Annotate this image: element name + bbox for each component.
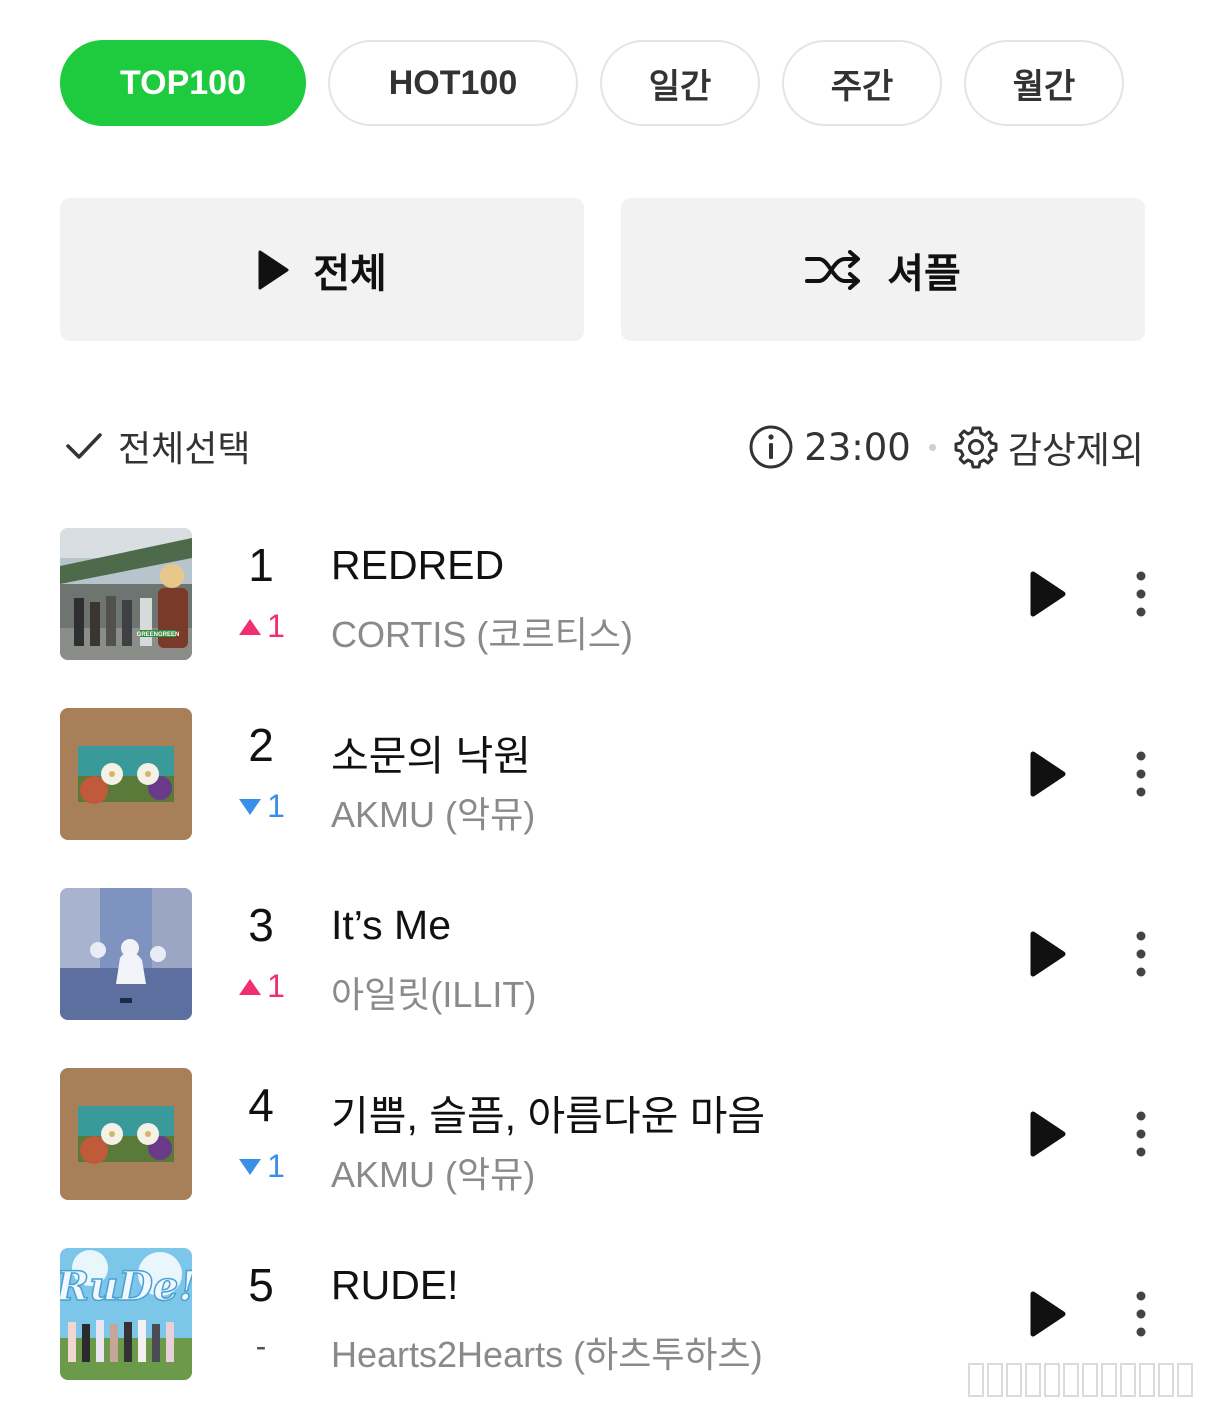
rank-number: 1 (248, 539, 274, 591)
chart-meta: 23:00 감상제외 (748, 420, 1144, 474)
gear-icon (954, 426, 998, 469)
rank-change: 1 (232, 788, 290, 825)
more-options-icon[interactable] (1126, 568, 1156, 620)
song-title[interactable]: 소문의 낙원 (331, 722, 531, 782)
play-icon[interactable] (1028, 1110, 1068, 1158)
shuffle-label: 셔플 (887, 250, 961, 297)
play-icon[interactable] (1028, 1290, 1068, 1338)
rank-change: - (232, 1328, 290, 1365)
rank-change: 1 (232, 608, 290, 645)
song-title[interactable]: It’s Me (331, 902, 451, 949)
more-options-icon[interactable] (1126, 748, 1156, 800)
rank-change-value: - (255, 1328, 267, 1364)
play-icon[interactable] (1028, 570, 1068, 618)
more-options-icon[interactable] (1126, 1288, 1156, 1340)
more-options-icon[interactable] (1126, 1108, 1156, 1160)
album-art-text: RuDe! (60, 1263, 192, 1310)
chart-row-1[interactable]: GREENGREEN 1 1 REDRED CORTIS (코르티스) (60, 528, 1150, 660)
rank-number: 4 (248, 1079, 274, 1131)
rank-change-value: 1 (267, 1148, 285, 1184)
artist-name[interactable]: AKMU (악뮤) (331, 786, 535, 838)
shuffle-button[interactable]: 셔플 (621, 198, 1145, 341)
album-art[interactable] (60, 708, 192, 840)
rank-change: 1 (232, 1148, 290, 1185)
rank-change-value: 1 (267, 968, 285, 1004)
play-icon (258, 250, 289, 289)
album-art[interactable] (60, 1068, 192, 1200)
rank-up-icon (239, 618, 262, 635)
chart-row-3[interactable]: 3 1 It’s Me 아일릿(ILLIT) (60, 888, 1150, 1020)
select-all-label: 전체선택 (118, 429, 251, 470)
tab-monthly[interactable]: 월간 (964, 40, 1124, 126)
chart-row-5[interactable]: RuDe! 5 - RUDE! Hearts2Hearts (하츠투하츠) (60, 1248, 1150, 1380)
play-icon[interactable] (1028, 750, 1068, 798)
play-all-label: 전체 (313, 250, 387, 297)
artist-name[interactable]: CORTIS (코르티스) (331, 606, 633, 658)
tab-daily[interactable]: 일간 (600, 40, 760, 126)
play-all-button[interactable]: 전체 (60, 198, 584, 341)
watermark (968, 1363, 1198, 1397)
song-title[interactable]: REDRED (331, 542, 504, 589)
rank-up-icon (239, 978, 262, 995)
select-all-button[interactable]: 전체선택 (64, 420, 250, 472)
shuffle-icon (805, 249, 861, 290)
separator-dot (928, 443, 936, 451)
chart-row-2[interactable]: 2 1 소문의 낙원 AKMU (악뮤) (60, 708, 1150, 840)
album-art[interactable]: GREENGREEN (60, 528, 192, 660)
rank-number: 5 (248, 1259, 274, 1311)
info-icon[interactable] (748, 424, 794, 470)
rank-down-icon (239, 1158, 262, 1175)
tab-weekly[interactable]: 주간 (782, 40, 942, 126)
album-art[interactable] (60, 888, 192, 1020)
rank-change: 1 (232, 968, 290, 1005)
song-title[interactable]: RUDE! (331, 1262, 459, 1309)
rank-down-icon (239, 798, 262, 815)
artist-name[interactable]: 아일릿(ILLIT) (331, 966, 536, 1018)
album-art[interactable]: RuDe! (60, 1248, 192, 1380)
exclude-button[interactable]: 감상제외 (1008, 420, 1144, 474)
update-time: 23:00 (804, 425, 911, 469)
rank-number: 3 (248, 899, 274, 951)
play-icon[interactable] (1028, 930, 1068, 978)
tab-top100[interactable]: TOP100 (60, 40, 306, 126)
tab-hot100[interactable]: HOT100 (328, 40, 578, 126)
checkmark-icon (66, 433, 102, 459)
rank-change-value: 1 (267, 788, 285, 824)
rank-number: 2 (248, 719, 274, 771)
song-title[interactable]: 기쁨, 슬픔, 아름다운 마음 (331, 1082, 765, 1142)
more-options-icon[interactable] (1126, 928, 1156, 980)
artist-name[interactable]: Hearts2Hearts (하츠투하츠) (331, 1326, 763, 1378)
rank-change-value: 1 (267, 608, 285, 644)
chart-row-4[interactable]: 4 1 기쁨, 슬픔, 아름다운 마음 AKMU (악뮤) (60, 1068, 1150, 1200)
album-art-text: GREENGREEN (137, 632, 180, 638)
artist-name[interactable]: AKMU (악뮤) (331, 1146, 535, 1198)
